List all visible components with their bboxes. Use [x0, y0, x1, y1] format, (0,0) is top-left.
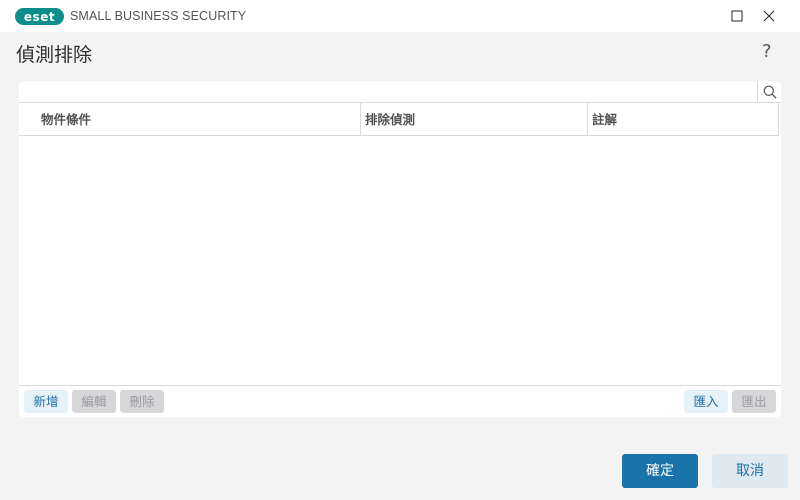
page-title: 偵測排除 [16, 44, 93, 66]
search-icon [763, 85, 776, 98]
maximize-button[interactable] [724, 3, 750, 29]
ok-button[interactable]: 確定 [622, 454, 698, 488]
search-input[interactable] [19, 81, 757, 102]
column-header-comment[interactable]: 註解 [592, 103, 777, 136]
export-button[interactable]: 匯出 [732, 390, 776, 413]
delete-button[interactable]: 刪除 [120, 390, 164, 413]
column-header-exclude-detection[interactable]: 排除偵測 [365, 103, 587, 136]
maximize-icon [731, 10, 743, 22]
eset-logo-text: eset [23, 9, 56, 24]
help-button[interactable]: ? [762, 41, 772, 62]
close-icon [763, 10, 775, 22]
list-toolbar: 新增 編輯 刪除 匯入 匯出 [19, 385, 781, 417]
eset-logo: eset [15, 8, 64, 25]
app-title: SMALL BUSINESS SECURITY [70, 9, 247, 23]
column-divider[interactable] [360, 103, 361, 136]
table-header: 物件條件 排除偵測 註解 [19, 103, 779, 136]
exclusions-panel: 物件條件 排除偵測 註解 新增 編輯 刪除 匯入 匯出 [19, 81, 781, 417]
column-divider[interactable] [587, 103, 588, 136]
add-button[interactable]: 新增 [24, 390, 68, 413]
close-button[interactable] [756, 3, 782, 29]
table-body [19, 136, 781, 385]
column-header-object-condition[interactable]: 物件條件 [41, 103, 361, 136]
title-bar: eset SMALL BUSINESS SECURITY [0, 0, 800, 32]
search-button[interactable] [757, 81, 781, 102]
cancel-button[interactable]: 取消 [712, 454, 788, 488]
search-bar [19, 81, 781, 103]
edit-button[interactable]: 編輯 [72, 390, 116, 413]
import-button[interactable]: 匯入 [684, 390, 728, 413]
